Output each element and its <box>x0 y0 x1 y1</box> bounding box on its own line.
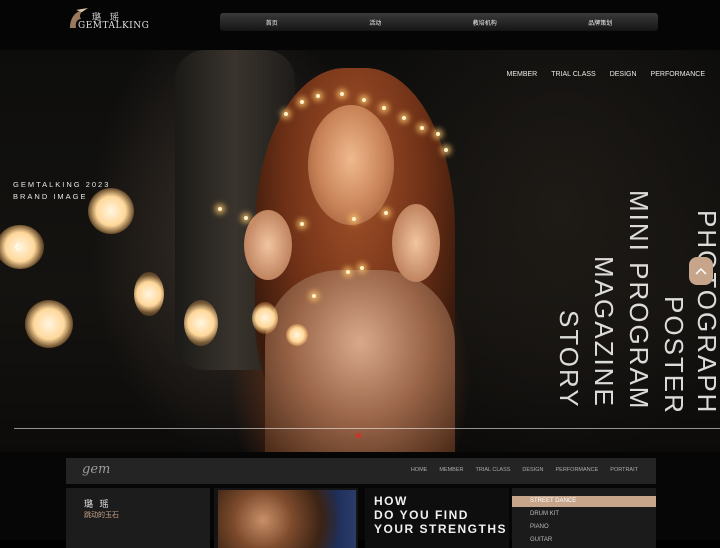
hero-banner: MEMBER TRIAL CLASS DESIGN PERFORMANCE GE… <box>0 50 720 452</box>
vertical-text-mini-program: MINI PROGRAM <box>624 190 654 411</box>
signature-logo[interactable]: gem <box>82 462 110 477</box>
left-hand <box>244 210 292 280</box>
slide-indicator-dot[interactable] <box>356 433 361 438</box>
bokeh-light <box>184 300 218 346</box>
nav-home[interactable]: 首页 <box>266 18 278 27</box>
chevron-up-icon[interactable] <box>689 257 713 285</box>
brand-caption: GEMTALKING 2023 BRAND IMAGE <box>13 179 110 203</box>
subnav-portrait[interactable]: PORTRAIT <box>610 467 638 473</box>
subnav-member[interactable]: MEMBER <box>439 467 463 473</box>
main-nav: 首页 活动 教培机构 品牌策划 <box>220 13 658 31</box>
headline-line: HOW <box>374 494 408 508</box>
vertical-text-photograph: PHOTOGRAPH <box>692 210 720 415</box>
vertical-text-poster: POSTER <box>659 296 689 415</box>
hero-nav: MEMBER TRIAL CLASS DESIGN PERFORMANCE <box>506 71 705 78</box>
bokeh-light <box>0 225 44 269</box>
headline-line: YOUR STRENGTHS <box>374 522 508 536</box>
vertical-text-magazine: MAGAZINE <box>589 256 619 408</box>
headline-line: DO YOU FIND <box>374 508 469 522</box>
right-hand <box>392 204 440 282</box>
lower-section: gem HOME MEMBER TRIAL CLASS DESIGN PERFO… <box>0 452 720 548</box>
course-list: STREET DANCE DRUM KIT PIANO GUITAR <box>512 488 656 548</box>
brand-logo[interactable]: 璐 瑶 GEMTALKING <box>66 6 150 34</box>
course-item-piano[interactable]: PIANO <box>512 522 656 533</box>
nav-branding[interactable]: 品牌策划 <box>588 18 612 27</box>
top-header: 璐 瑶 GEMTALKING 首页 活动 教培机构 品牌策划 <box>0 0 720 50</box>
vertical-text-story: STORY <box>554 310 584 409</box>
course-item-drum-kit[interactable]: DRUM KIT <box>512 509 656 520</box>
bokeh-light <box>134 272 164 316</box>
headline-card[interactable]: HOW DO YOU FIND YOUR STRENGTHS <box>365 488 509 548</box>
brand-card[interactable]: 璐 瑶 跳动的玉石 <box>66 488 210 548</box>
headline-text: HOW DO YOU FIND YOUR STRENGTHS <box>374 494 507 536</box>
course-item-guitar[interactable]: GUITAR <box>512 535 656 546</box>
brand-year: GEMTALKING 2023 <box>13 180 111 189</box>
brand-card-title: 璐 瑶 <box>84 499 111 509</box>
chevron-left-icon[interactable]: ‹ <box>14 236 20 257</box>
nav-training[interactable]: 教培机构 <box>473 18 497 27</box>
brand-image-label: BRAND IMAGE <box>13 192 88 201</box>
bokeh-light <box>25 300 73 348</box>
slide-progress-bar <box>14 428 720 429</box>
girl-face <box>308 105 394 225</box>
bokeh-light <box>286 324 308 346</box>
nav-events[interactable]: 活动 <box>369 18 381 27</box>
hero-nav-member[interactable]: MEMBER <box>506 71 537 78</box>
photo-card[interactable] <box>214 488 358 548</box>
secondary-nav-links: HOME MEMBER TRIAL CLASS DESIGN PERFORMAN… <box>411 467 638 473</box>
subnav-home[interactable]: HOME <box>411 467 428 473</box>
hero-nav-performance[interactable]: PERFORMANCE <box>651 71 705 78</box>
brand-card-subtitle: 跳动的玉石 <box>84 512 119 519</box>
girl-body <box>265 270 455 452</box>
subnav-trial-class[interactable]: TRIAL CLASS <box>475 467 510 473</box>
hero-nav-trial-class[interactable]: TRIAL CLASS <box>551 71 595 78</box>
subnav-performance[interactable]: PERFORMANCE <box>556 467 599 473</box>
bokeh-light <box>252 302 278 334</box>
hero-nav-design[interactable]: DESIGN <box>610 71 637 78</box>
course-item-street-dance[interactable]: STREET DANCE <box>512 496 656 507</box>
logo-english: GEMTALKING <box>78 21 150 31</box>
child-photo <box>218 490 356 548</box>
subnav-design[interactable]: DESIGN <box>522 467 543 473</box>
secondary-nav: gem HOME MEMBER TRIAL CLASS DESIGN PERFO… <box>66 458 656 484</box>
